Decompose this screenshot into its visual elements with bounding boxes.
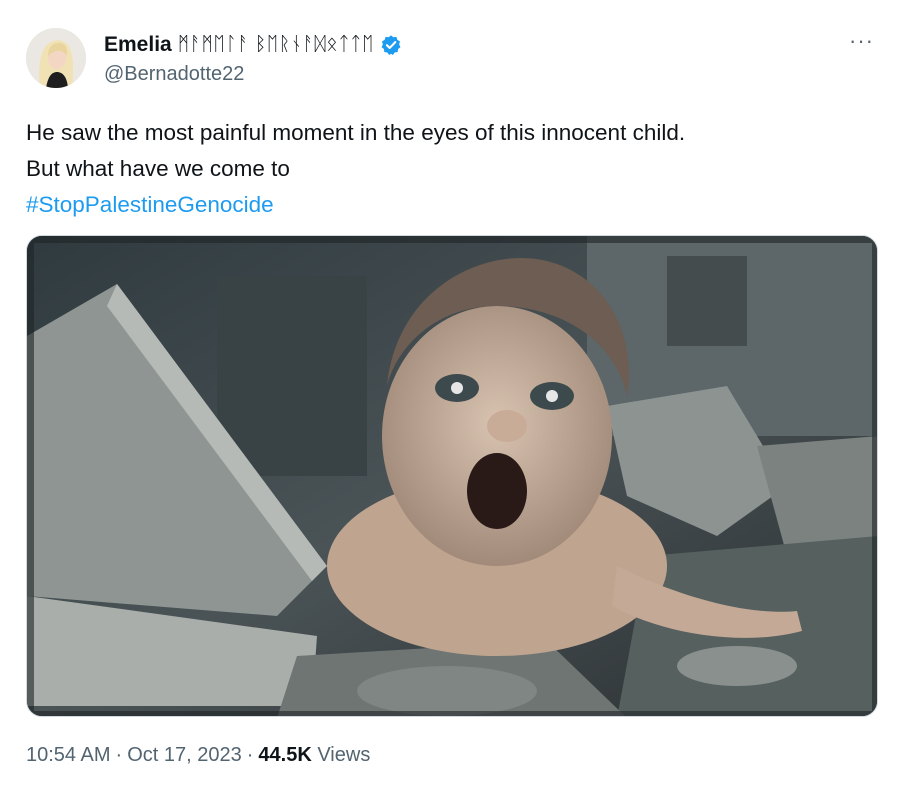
- avatar[interactable]: [26, 28, 86, 88]
- tweet-media[interactable]: [26, 235, 878, 717]
- meta-separator: ·: [246, 744, 254, 766]
- author-name-row[interactable]: Emelia ᛗᚨᛗᛖᛚᚨ ᛒᛖᚱᚾᚨᛞᛟᛏᛏᛖ: [104, 32, 402, 58]
- verified-badge-icon: [380, 34, 402, 56]
- tweet-text-line-1: He saw the most painful moment in the ey…: [26, 120, 686, 145]
- tweet-text: He saw the most painful moment in the ey…: [26, 115, 876, 223]
- more-options-button[interactable]: ···: [849, 30, 874, 52]
- tweet-text-line-2: But what have we come to: [26, 156, 290, 181]
- more-horizontal-icon: ···: [849, 28, 874, 53]
- hashtag-link[interactable]: #StopPalestineGenocide: [26, 187, 876, 223]
- views-label: Views: [317, 744, 371, 766]
- author-name-suffix[interactable]: ᛗᚨᛗᛖᛚᚨ ᛒᛖᚱᚾᚨᛞᛟᛏᛏᛖ: [178, 34, 374, 56]
- tweet-date[interactable]: Oct 17, 2023: [127, 744, 242, 766]
- photo-image-icon: [27, 236, 877, 716]
- tweet-time[interactable]: 10:54 AM: [26, 744, 111, 766]
- author-handle[interactable]: @Bernadotte22: [104, 63, 244, 86]
- avatar-image: [26, 28, 86, 88]
- meta-separator: ·: [115, 744, 123, 766]
- author-display-name[interactable]: Emelia: [104, 33, 172, 57]
- tweet-metadata: 10:54 AM · Oct 17, 2023 · 44.5K Views: [26, 744, 370, 767]
- views-count: 44.5K: [258, 744, 312, 766]
